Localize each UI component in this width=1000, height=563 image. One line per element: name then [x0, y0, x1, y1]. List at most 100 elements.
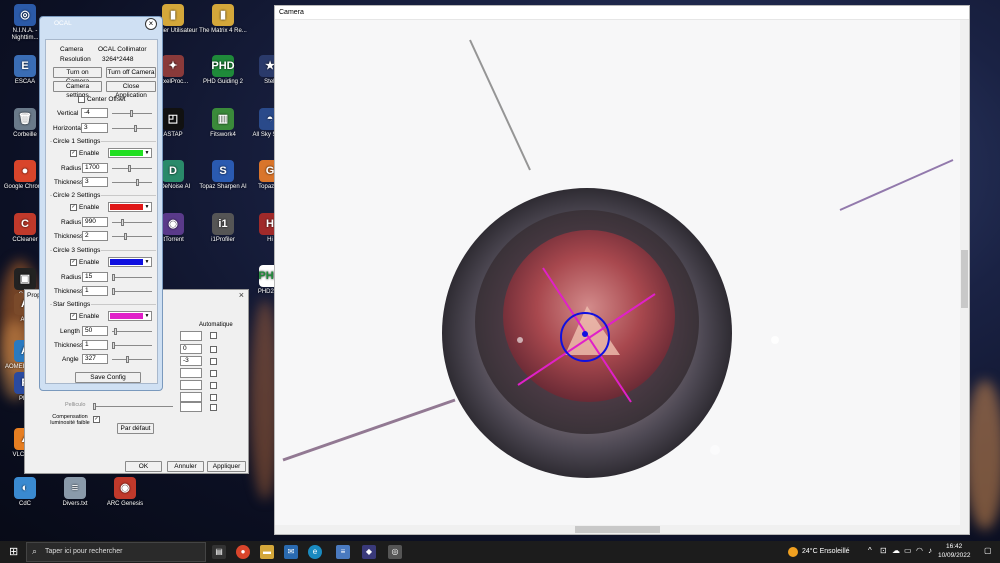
circle-3-radius-slider[interactable] [112, 274, 152, 281]
annuler-button[interactable]: Annuler [167, 461, 204, 472]
thickness-value: 1 [85, 341, 89, 348]
desktop-icon[interactable]: i1 i1Profiler [198, 213, 248, 244]
enable-label: Enable [79, 259, 100, 266]
star-thickness-input[interactable]: 1 [82, 340, 108, 350]
radius-label: Radius [61, 165, 82, 172]
horizontal-input[interactable]: 3 [81, 123, 108, 133]
desktop-icon[interactable]: S Topaz Sharpen AI [198, 160, 248, 191]
circle-3-enable-checkbox[interactable]: ✓ [70, 259, 77, 266]
chevron-up-icon[interactable]: ^ [868, 546, 872, 555]
search-box[interactable]: ⌕ Taper ici pour rechercher [26, 542, 206, 562]
ok-button[interactable]: OK [125, 461, 162, 472]
circle-2-thickness-input[interactable]: 2 [82, 231, 108, 241]
prop-field[interactable] [180, 368, 202, 378]
circle-2-thickness-slider[interactable] [112, 233, 152, 240]
weather-text[interactable]: 24°C Ensoleillé [802, 548, 850, 555]
scroll-thumb[interactable] [575, 526, 660, 533]
volume-icon[interactable]: ♪ [928, 546, 932, 555]
prop-field[interactable] [180, 331, 202, 341]
star-length-input[interactable]: 50 [82, 326, 108, 336]
circle-1-thickness-slider[interactable] [112, 179, 152, 186]
auto-checkbox[interactable] [210, 404, 217, 411]
app-icon[interactable]: ◆ [362, 545, 376, 559]
camera-settings-button[interactable]: Camera settings [53, 81, 102, 99]
desktop-icon[interactable]: ≡ Divers.txt [50, 477, 100, 508]
ocal-app-icon[interactable]: ◎ [388, 545, 402, 559]
circle-1-color-select[interactable]: ▼ [108, 148, 152, 158]
circle-3-color-select[interactable]: ▼ [108, 257, 152, 267]
desktop-icon[interactable]: ▮ The Matrix 4 Re... [198, 4, 248, 35]
circle-2-enable-checkbox[interactable]: ✓ [70, 204, 77, 211]
save-config-button[interactable]: Save Config [75, 372, 141, 383]
weather-icon [788, 547, 798, 557]
notification-icon[interactable]: ▢ [984, 546, 992, 555]
clock-time[interactable]: 16:42 [946, 543, 962, 550]
close-icon[interactable]: × [239, 290, 244, 300]
camera-label: Camera [60, 46, 84, 53]
circle-3-radius-input[interactable]: 15 [82, 272, 108, 282]
network-icon[interactable]: ⊡ [880, 546, 887, 555]
auto-checkbox[interactable] [210, 332, 217, 339]
circle-1-radius-input[interactable]: 1700 [82, 163, 108, 173]
prop-field[interactable]: 0 [180, 344, 202, 354]
notepad-icon[interactable]: ≡ [336, 545, 350, 559]
star-thickness-slider[interactable] [112, 342, 152, 349]
star-length-slider[interactable] [112, 328, 152, 335]
auto-checkbox[interactable] [210, 346, 217, 353]
compensation-checkbox[interactable]: ✓ [93, 416, 100, 423]
turn-off-camera-button[interactable]: Turn off Camera [106, 67, 156, 78]
onedrive-icon[interactable]: ☁ [892, 546, 900, 555]
circle-1-enable-checkbox[interactable]: ✓ [70, 150, 77, 157]
wifi-icon[interactable]: ◠ [916, 546, 923, 555]
file-explorer-icon[interactable]: ▬ [260, 545, 274, 559]
turn-on-camera-button[interactable]: Turn on Camera [53, 67, 102, 85]
pelliculo-slider[interactable] [93, 403, 173, 410]
task-view-icon[interactable]: ▤ [212, 545, 226, 559]
display-icon[interactable]: ▭ [904, 546, 912, 555]
star-color-select[interactable]: ▼ [108, 311, 152, 321]
circle-3-thickness-input[interactable]: 1 [82, 286, 108, 296]
circle-2-radius-input[interactable]: 990 [82, 217, 108, 227]
camera-title-bar: Camera [275, 6, 969, 20]
desktop-icon[interactable]: PHD PHD Guiding 2 [198, 55, 248, 86]
auto-checkbox[interactable] [210, 370, 217, 377]
prop-field[interactable] [180, 380, 202, 390]
scroll-thumb[interactable] [961, 250, 968, 308]
chrome-icon[interactable]: ● [236, 545, 250, 559]
horizontal-label: Horizontal [53, 125, 83, 132]
par-defaut-button[interactable]: Par défaut [117, 423, 154, 434]
app-icon: D [162, 160, 184, 182]
desktop-icon[interactable]: ▥ Fitswork4 [198, 108, 248, 139]
desktop-icon[interactable]: ◉ ARC Genesis [100, 477, 150, 508]
app-icon: ▮ [162, 4, 184, 26]
circle-2-radius-slider[interactable] [112, 219, 152, 226]
horizontal-slider[interactable] [112, 125, 152, 132]
mail-icon[interactable]: ✉ [284, 545, 298, 559]
auto-checkbox[interactable] [210, 358, 217, 365]
clock-date[interactable]: 10/09/2022 [938, 552, 971, 559]
prop-field[interactable]: -3 [180, 356, 202, 366]
vertical-slider[interactable] [112, 110, 152, 117]
circle-1-thickness-input[interactable]: 3 [82, 177, 108, 187]
edge-icon[interactable]: e [308, 545, 322, 559]
star-angle-slider[interactable] [112, 356, 152, 363]
center-offset-checkbox[interactable] [78, 96, 85, 103]
circle-3-thickness-slider[interactable] [112, 288, 152, 295]
star-enable-checkbox[interactable]: ✓ [70, 313, 77, 320]
chevron-down-icon: ▼ [144, 259, 150, 265]
appliquer-button[interactable]: Appliquer [207, 461, 246, 472]
desktop-icon[interactable]: ◐ CdC [0, 477, 50, 508]
star-angle-input[interactable]: 327 [82, 354, 108, 364]
vertical-input[interactable]: -4 [81, 108, 108, 118]
windows-start-icon[interactable]: ⊞ [9, 546, 18, 558]
circle-1-radius-slider[interactable] [112, 165, 152, 172]
prop-field[interactable] [180, 392, 202, 402]
pelliculo-label: Pelliculo [65, 402, 86, 408]
auto-checkbox[interactable] [210, 394, 217, 401]
app-icon: ● [14, 160, 36, 182]
auto-checkbox[interactable] [210, 382, 217, 389]
close-application-button[interactable]: Close Application [106, 81, 156, 99]
circle-2-color-select[interactable]: ▼ [108, 202, 152, 212]
close-icon[interactable]: × [145, 18, 157, 30]
prop-field[interactable] [180, 402, 202, 412]
